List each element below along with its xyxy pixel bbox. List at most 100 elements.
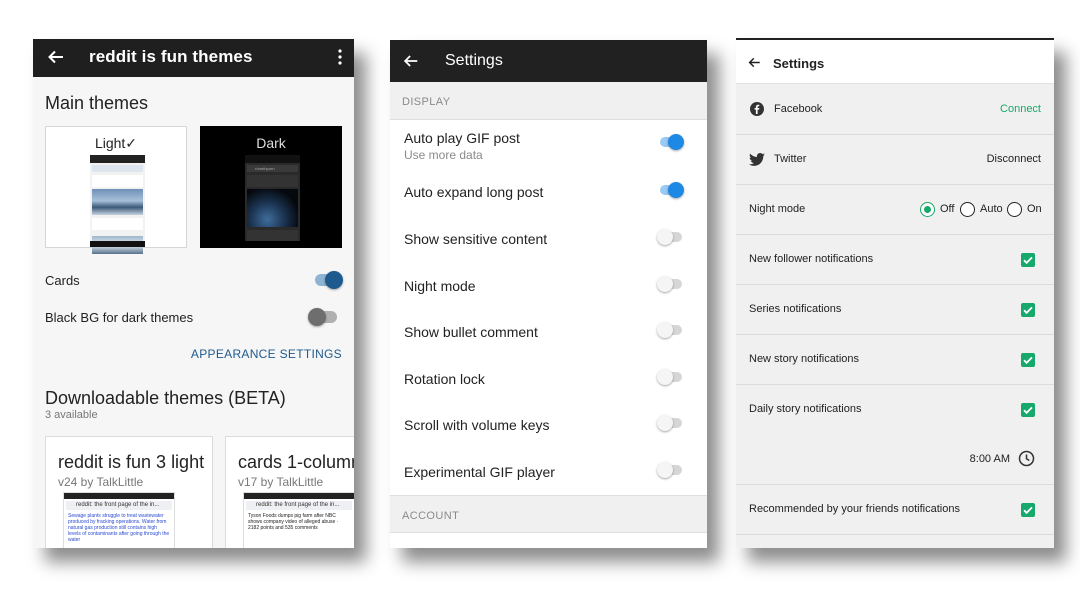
display-section-header: DISPLAY [390,82,707,120]
facebook-connect-button[interactable]: Connect [1000,103,1041,115]
more-vert-icon[interactable] [338,49,342,65]
app-bar: Settings [390,40,707,82]
light-preview-image [90,155,145,254]
series-checkbox[interactable] [1021,303,1035,317]
setting-toggle[interactable] [657,229,682,245]
theme-version: v24 by TalkLittle [58,475,144,489]
setting-toggle[interactable] [657,276,682,292]
night-mode-on-radio[interactable] [1007,202,1022,217]
facebook-row[interactable]: Facebook Connect [736,85,1054,135]
theme-screenshot: reddit: the front page of the in... Sewa… [63,492,175,548]
theme-name: cards 1-column [238,452,354,472]
setting-row-show-sensitive-content[interactable]: Show sensitive content [390,215,707,261]
setting-toggle[interactable] [660,134,684,150]
dark-preview-image: r/earthporn [245,155,300,247]
new-story-label: New story notifications [749,353,860,365]
main-themes-heading: Main themes [45,93,149,113]
back-arrow-icon[interactable] [46,47,66,67]
night-mode-auto-label[interactable]: Auto [980,203,1003,215]
facebook-label: Facebook [774,103,823,115]
new-follower-label: New follower notifications [749,253,874,265]
series-row[interactable]: Series notifications [736,285,1054,335]
settings-screen-display: Settings DISPLAY Auto play GIF post Use m… [390,40,707,548]
recommended-row[interactable]: Recommended by your friends notification… [736,485,1054,535]
check-icon [1023,356,1033,365]
setting-row-night-mode[interactable]: Night mode [390,262,707,308]
black-bg-label: Black BG for dark themes [45,310,194,325]
back-arrow-icon[interactable] [747,55,762,70]
twitter-icon [749,153,765,166]
appearance-settings-link[interactable]: APPEARANCE SETTINGS [191,347,342,361]
setting-label: Auto play GIF post [404,130,520,146]
night-mode-label: Night mode [749,203,806,215]
setting-row-auto-play-gif-post[interactable]: Auto play GIF post Use more data [390,120,707,166]
night-mode-auto-radio[interactable] [960,202,975,217]
recommended-checkbox[interactable] [1021,503,1035,517]
account-section-header: ACCOUNT [390,495,707,533]
setting-toggle[interactable] [657,415,682,431]
theme-card-reddit-is-fun-3-light[interactable]: reddit is fun 3 light v24 by TalkLittle … [45,436,213,548]
check-icon [1023,256,1033,265]
twitter-disconnect-button[interactable]: Disconnect [987,153,1041,165]
daily-story-row[interactable]: Daily story notifications 8:00 AM [736,385,1054,485]
new-story-checkbox[interactable] [1021,353,1035,367]
page-title: Settings [773,56,825,71]
theme-dark-label: Dark [256,135,286,151]
setting-row-scroll-with-volume-keys[interactable]: Scroll with volume keys [390,401,707,447]
check-icon [1023,306,1033,315]
setting-toggle[interactable] [657,369,682,385]
page-title: reddit is fun themes [89,47,253,66]
back-arrow-icon[interactable] [402,52,420,70]
theme-card-cards-1-column[interactable]: cards 1-column v17 by TalkLittle reddit:… [225,436,354,548]
app-bar: reddit is fun themes [33,39,354,77]
twitter-label: Twitter [774,153,807,165]
theme-dark-card[interactable]: Dark r/earthporn [200,126,342,248]
setting-label: Show bullet comment [404,324,538,340]
theme-name: reddit is fun 3 light [58,452,205,472]
setting-row-show-bullet-comment[interactable]: Show bullet comment [390,308,707,354]
setting-toggle[interactable] [657,322,682,338]
page-title: Settings [445,52,503,69]
theme-version: v17 by TalkLittle [238,475,324,489]
setting-row-auto-expand-long-post[interactable]: Auto expand long post [390,168,707,214]
setting-row-experimental-gif-player[interactable]: Experimental GIF player [390,448,707,494]
theme-screenshot: reddit: the front page of the in... Tyso… [243,492,354,548]
setting-label: Rotation lock [404,371,485,387]
setting-label: Show sensitive content [404,231,548,247]
recommended-label: Recommended by your friends notification… [749,503,960,515]
twitter-row[interactable]: Twitter Disconnect [736,135,1054,185]
black-bg-toggle[interactable] [308,308,337,326]
setting-toggle[interactable] [660,182,684,198]
cards-label: Cards [45,273,80,288]
new-follower-row[interactable]: New follower notifications [736,235,1054,285]
downloadable-themes-heading: Downloadable themes (BETA) [45,388,286,408]
app-bar: Settings [736,40,1054,84]
theme-light-label: Light✓ [94,135,138,151]
night-mode-off-label[interactable]: Off [940,203,954,215]
check-icon [1023,506,1033,515]
setting-label: Night mode [404,278,476,294]
facebook-icon [750,102,764,116]
available-count: 3 available [45,409,98,421]
setting-label: Experimental GIF player [404,464,555,480]
daily-story-label: Daily story notifications [749,403,862,415]
clock-icon[interactable] [1018,450,1035,467]
night-mode-row: Night mode Off Auto On [736,185,1054,235]
new-follower-checkbox[interactable] [1021,253,1035,267]
new-story-row[interactable]: New story notifications [736,335,1054,385]
setting-toggle[interactable] [657,462,682,478]
settings-screen-account: Settings Facebook Connect Twitter Discon… [736,38,1054,548]
setting-label: Auto expand long post [404,184,544,200]
daily-time-value[interactable]: 8:00 AM [970,453,1010,465]
series-label: Series notifications [749,303,842,315]
setting-hint: Use more data [404,148,483,162]
cards-toggle[interactable] [315,271,343,289]
daily-story-checkbox[interactable] [1021,403,1035,417]
setting-label: Scroll with volume keys [404,417,550,433]
reddit-themes-screen: reddit is fun themes Main themes Light✓ … [33,39,354,548]
night-mode-off-radio[interactable] [920,202,935,217]
check-icon [1023,406,1033,415]
theme-light-card[interactable]: Light✓ [45,126,187,254]
night-mode-on-label[interactable]: On [1027,203,1042,215]
setting-row-rotation-lock[interactable]: Rotation lock [390,355,707,401]
